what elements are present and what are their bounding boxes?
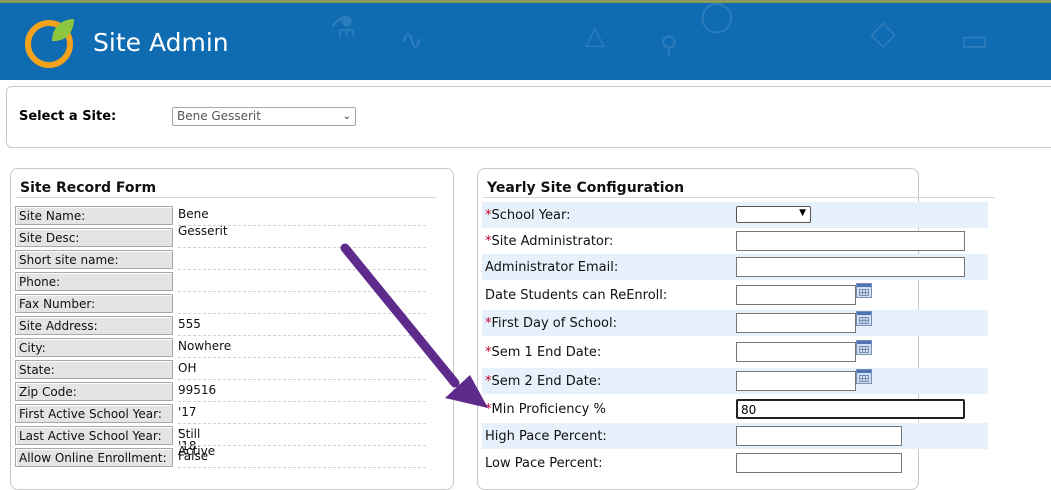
calendar-icon[interactable] bbox=[856, 369, 872, 384]
field-label: Site Address: bbox=[15, 316, 173, 335]
row-divider bbox=[178, 423, 426, 424]
field-label: Site Desc: bbox=[15, 228, 173, 247]
row-divider bbox=[178, 357, 426, 358]
field-label: Last Active School Year: bbox=[15, 426, 173, 445]
field-label: Administrator Email: bbox=[485, 260, 619, 275]
config-row-admin-email: Administrator Email: bbox=[482, 254, 988, 280]
row-divider bbox=[178, 269, 426, 270]
field-label-text: School Year: bbox=[491, 208, 571, 223]
decor-glyph: ▭ bbox=[960, 23, 989, 58]
field-value: Bene Gesserit bbox=[178, 207, 228, 238]
field-label: *Sem 1 End Date: bbox=[485, 345, 601, 360]
row-divider bbox=[178, 225, 426, 226]
decor-glyph: △ bbox=[585, 21, 605, 51]
chevron-down-icon: ▼ bbox=[799, 208, 806, 218]
config-row-reenroll-date: Date Students can ReEnroll: bbox=[482, 282, 988, 308]
field-label-text: Site Administrator: bbox=[491, 234, 614, 249]
config-row-low-pace: Low Pace Percent: bbox=[482, 450, 988, 476]
row-divider bbox=[178, 313, 426, 314]
field-value: 555 bbox=[178, 317, 201, 331]
field-value: Nowhere bbox=[178, 339, 232, 353]
field-label-text: Min Proficiency % bbox=[491, 402, 606, 417]
school-year-select[interactable]: ▼ bbox=[736, 206, 811, 223]
config-row-school-year: *School Year: ▼ bbox=[482, 202, 988, 228]
high-pace-input[interactable] bbox=[736, 426, 902, 446]
low-pace-input[interactable] bbox=[736, 453, 902, 473]
field-label: Phone: bbox=[15, 272, 173, 291]
field-label: Site Name: bbox=[15, 206, 173, 225]
field-label-text: Sem 1 End Date: bbox=[491, 345, 602, 360]
decor-glyph: ⚗ bbox=[330, 11, 357, 46]
site-logo-icon bbox=[25, 19, 74, 68]
config-row-sem1-end: *Sem 1 End Date: bbox=[482, 339, 988, 365]
field-label: *Min Proficiency % bbox=[485, 402, 606, 417]
decor-glyph: ◇ bbox=[870, 13, 897, 53]
config-row-first-day: *First Day of School: bbox=[482, 310, 988, 336]
field-label: *Sem 2 End Date: bbox=[485, 374, 601, 389]
config-row-min-proficiency: *Min Proficiency % 80 bbox=[482, 396, 988, 422]
field-label: State: bbox=[15, 360, 173, 379]
row-divider bbox=[178, 401, 426, 402]
calendar-icon[interactable] bbox=[856, 340, 872, 355]
field-value: OH bbox=[178, 361, 197, 375]
yearly-config-title: Yearly Site Configuration bbox=[487, 180, 685, 196]
reenroll-date-input[interactable] bbox=[736, 285, 856, 305]
field-value: False bbox=[178, 449, 209, 463]
sem2-end-input[interactable] bbox=[736, 371, 856, 391]
calendar-icon[interactable] bbox=[856, 311, 872, 326]
field-label: Allow Online Enrollment: bbox=[15, 448, 173, 467]
site-record-form-title: Site Record Form bbox=[20, 180, 157, 196]
title-divider bbox=[16, 197, 436, 198]
decor-glyph: ◯ bbox=[700, 3, 734, 34]
field-label: City: bbox=[15, 338, 173, 357]
app-title: Site Admin bbox=[93, 28, 229, 57]
decor-glyph: ⚲ bbox=[660, 31, 678, 59]
select-site-label: Select a Site: bbox=[19, 109, 117, 124]
site-administrator-input[interactable] bbox=[736, 231, 965, 251]
field-label: Fax Number: bbox=[15, 294, 173, 313]
config-row-site-administrator: *Site Administrator: bbox=[482, 228, 988, 254]
row-divider bbox=[178, 445, 426, 446]
row-divider bbox=[178, 379, 426, 380]
decor-glyph: ∿ bbox=[400, 23, 424, 56]
site-selector-panel: Select a Site: Bene Gesserit ⌄ bbox=[6, 86, 1051, 148]
row-divider bbox=[178, 467, 426, 468]
field-label: First Active School Year: bbox=[15, 404, 173, 423]
sem1-end-input[interactable] bbox=[736, 342, 856, 362]
admin-email-input[interactable] bbox=[736, 257, 965, 277]
field-label: *Site Administrator: bbox=[485, 234, 613, 249]
config-row-high-pace: High Pace Percent: bbox=[482, 423, 988, 449]
field-label-text: First Day of School: bbox=[491, 316, 618, 331]
field-label: High Pace Percent: bbox=[485, 429, 607, 444]
site-select-dropdown[interactable]: Bene Gesserit ⌄ bbox=[172, 107, 356, 126]
min-proficiency-input[interactable]: 80 bbox=[736, 399, 965, 419]
field-value: 99516 bbox=[178, 383, 217, 397]
site-select-value: Bene Gesserit bbox=[177, 109, 261, 123]
config-row-sem2-end: *Sem 2 End Date: bbox=[482, 368, 988, 394]
field-label: *School Year: bbox=[485, 208, 570, 223]
field-label: Zip Code: bbox=[15, 382, 173, 401]
field-label-text: Sem 2 End Date: bbox=[491, 374, 602, 389]
row-divider bbox=[178, 291, 426, 292]
field-label: Short site name: bbox=[15, 250, 173, 269]
field-label: Date Students can ReEnroll: bbox=[485, 288, 668, 303]
title-divider bbox=[483, 197, 995, 198]
app-header: ⚗ ∿ △ ⚲ ◯ ◇ ▭ Site Admin bbox=[0, 3, 1051, 80]
field-label: Low Pace Percent: bbox=[485, 456, 603, 471]
row-divider bbox=[178, 247, 426, 248]
field-label: *First Day of School: bbox=[485, 316, 617, 331]
chevron-down-icon: ⌄ bbox=[342, 111, 351, 122]
row-divider bbox=[178, 335, 426, 336]
calendar-icon[interactable] bbox=[856, 283, 872, 298]
first-day-input[interactable] bbox=[736, 313, 856, 333]
